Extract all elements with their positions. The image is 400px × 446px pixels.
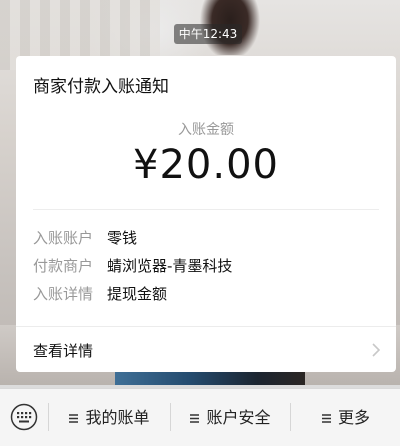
view-details-label: 查看详情	[33, 342, 94, 360]
detail-value: 提现金额	[107, 285, 168, 303]
detail-rows: 入账账户 零钱 付款商户 蜻浏览器-青墨科技 入账详情 提现金额	[33, 227, 379, 311]
detail-row-account: 入账账户 零钱	[33, 227, 379, 255]
message-timestamp: 中午12:43	[174, 24, 242, 44]
detail-value: 零钱	[107, 229, 138, 247]
menu-icon	[321, 413, 334, 424]
detail-key: 付款商户	[33, 257, 94, 275]
amount-label: 入账金额	[178, 122, 234, 138]
menu-item-label: 账户安全	[206, 408, 271, 427]
menu-item-label: 我的账单	[85, 408, 150, 427]
view-details-link[interactable]: 查看详情	[16, 327, 396, 372]
detail-key: 入账详情	[33, 285, 94, 303]
keyboard-icon[interactable]	[10, 403, 38, 431]
menu-item-my-bills[interactable]: 我的账单	[49, 389, 169, 446]
menu-item-label: 更多	[337, 408, 370, 427]
menu-icon	[189, 413, 202, 424]
detail-row-merchant: 付款商户 蜻浏览器-青墨科技	[33, 255, 379, 283]
divider	[33, 209, 379, 210]
menu-item-more[interactable]: 更多	[291, 389, 400, 446]
bottom-menu-bar: 我的账单 账户安全 更多	[0, 388, 400, 446]
detail-value: 蜻浏览器-青墨科技	[107, 257, 233, 275]
menu-icon	[68, 413, 81, 424]
chevron-right-icon	[370, 342, 382, 358]
menu-item-account-security[interactable]: 账户安全	[171, 389, 289, 446]
amount-value: ¥20.00	[133, 142, 279, 188]
notification-card[interactable]: 商家付款入账通知 入账金额 ¥20.00 入账账户 零钱 付款商户 蜻浏览器-青墨科…	[16, 56, 396, 372]
detail-row-details: 入账详情 提现金额	[33, 283, 379, 311]
card-title: 商家付款入账通知	[33, 77, 169, 97]
detail-key: 入账账户	[33, 229, 94, 247]
